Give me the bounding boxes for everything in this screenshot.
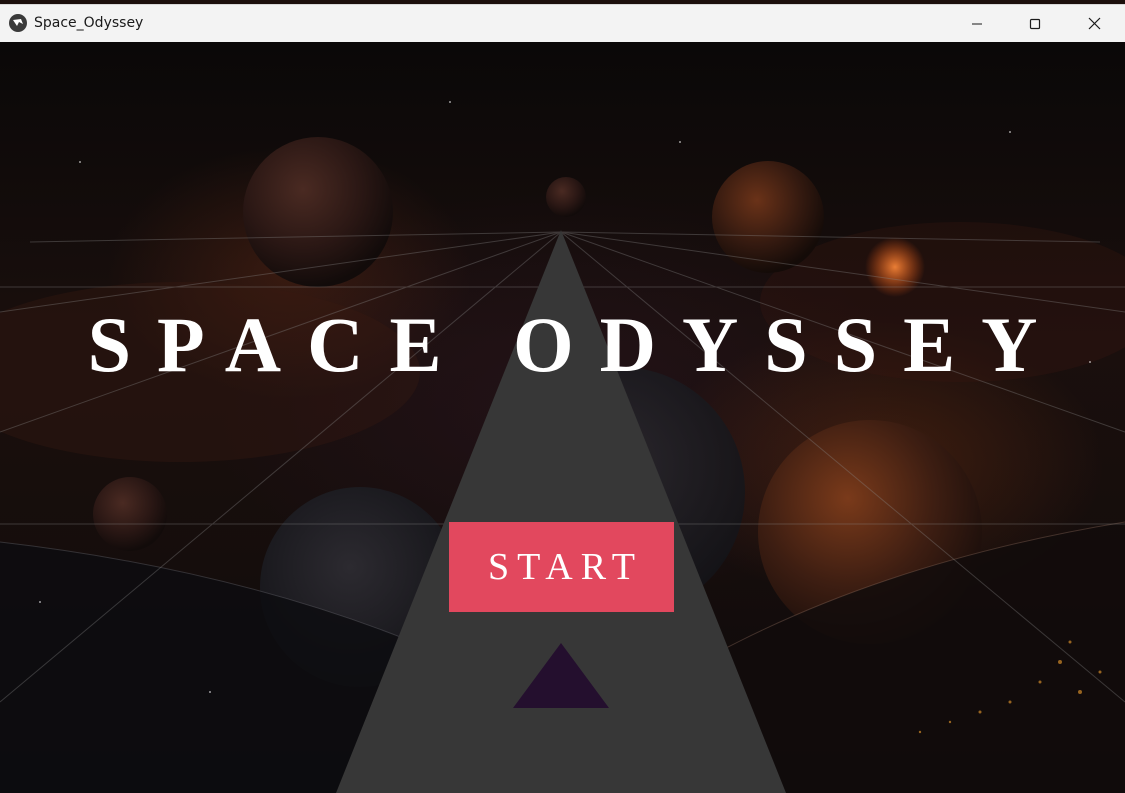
game-title: SPACE ODYSSEY [87,301,1064,388]
maximize-icon [1029,18,1041,29]
app-window: Space_Odyssey SPACE ODYSSEY START [0,0,1125,793]
space-background [0,101,1125,793]
title-bar[interactable]: Space_Odyssey [0,4,1125,42]
minimize-icon [972,23,982,24]
minimize-button[interactable] [948,5,1006,42]
window-title: Space_Odyssey [34,15,144,31]
start-button[interactable]: START [449,522,674,612]
close-icon [1088,17,1100,30]
game-viewport: SPACE ODYSSEY START [0,42,1125,793]
close-button[interactable] [1065,5,1123,42]
app-icon [9,14,27,32]
start-button-label: START [487,546,644,588]
maximize-button[interactable] [1006,5,1064,42]
